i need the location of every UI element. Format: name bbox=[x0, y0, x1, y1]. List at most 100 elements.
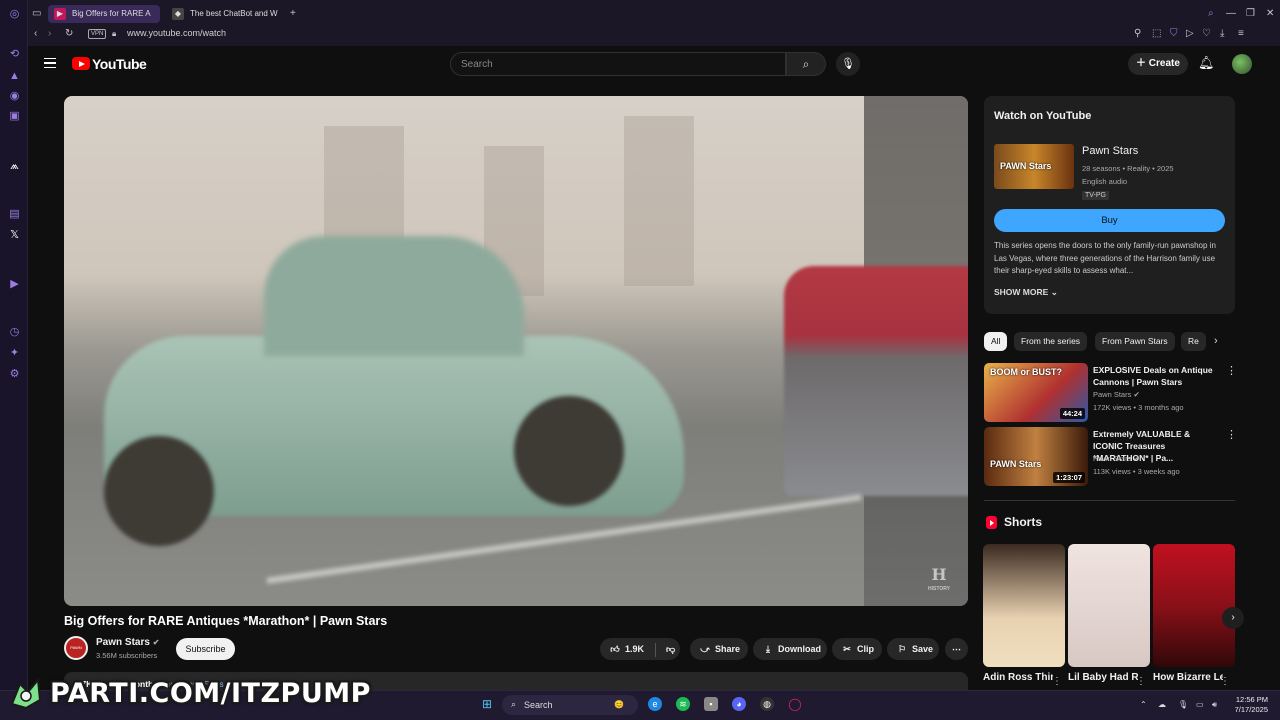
create-button[interactable]: ＋ Create bbox=[1128, 53, 1188, 75]
x-icon[interactable]: 𝕏 bbox=[8, 229, 21, 242]
twitch-icon[interactable]: ▤ bbox=[8, 208, 21, 221]
minimize-icon[interactable]: — bbox=[1226, 8, 1236, 20]
opera-gx-icon[interactable]: ◯ bbox=[788, 697, 802, 711]
save-button[interactable]: ⚐ Save bbox=[887, 638, 939, 660]
volume-icon[interactable]: 🔊︎ bbox=[1212, 700, 1217, 710]
like-icon[interactable]: 👍︎ bbox=[608, 638, 622, 660]
browser-logo-icon[interactable]: ◎ bbox=[8, 8, 21, 21]
show-more-button[interactable]: SHOW MORE ⌄ bbox=[994, 287, 1058, 298]
short-thumbnail[interactable] bbox=[1153, 544, 1235, 667]
search-tabs-icon[interactable]: ⌕ bbox=[1208, 8, 1214, 20]
subscribe-button[interactable]: Subscribe bbox=[176, 638, 235, 660]
voice-search-button[interactable]: 🎙︎ bbox=[836, 52, 860, 76]
new-tab-button[interactable]: + bbox=[290, 8, 296, 20]
menu-icon[interactable]: ≡ bbox=[1238, 28, 1244, 40]
scissors-icon: ✂ bbox=[843, 644, 851, 654]
back-icon[interactable]: ‹ bbox=[34, 28, 37, 40]
maximize-icon[interactable]: ❐ bbox=[1246, 8, 1255, 20]
reload-icon[interactable]: ↻ bbox=[65, 28, 73, 40]
buy-button[interactable]: Buy bbox=[994, 209, 1225, 232]
settings-icon[interactable]: ⚙ bbox=[8, 368, 21, 381]
sidebar-app-icon[interactable]: ◉ bbox=[8, 90, 21, 103]
player-icon[interactable]: ▶ bbox=[8, 278, 21, 291]
mic-tray-icon[interactable]: 🎙︎ bbox=[1178, 700, 1188, 709]
sidebar-app-icon[interactable]: ⟲ bbox=[8, 48, 21, 61]
user-avatar[interactable] bbox=[1232, 54, 1252, 74]
url-text[interactable]: www.youtube.com/watch bbox=[127, 28, 226, 38]
app-icon[interactable]: ▪ bbox=[704, 697, 718, 711]
shorts-next-button[interactable]: › bbox=[1222, 607, 1244, 629]
short-thumbnail[interactable] bbox=[1068, 544, 1150, 667]
kebab-menu-icon[interactable]: ⋮ bbox=[1226, 428, 1237, 441]
download-icon[interactable]: ⤓ bbox=[1220, 28, 1224, 40]
heart-icon[interactable]: ♡ bbox=[1202, 28, 1211, 40]
share-icon: ⤻ bbox=[700, 644, 710, 654]
lock-icon[interactable]: 🔒︎ bbox=[112, 28, 116, 40]
video-player[interactable]: H HISTORY bbox=[64, 96, 968, 606]
like-count[interactable]: 1.9K bbox=[625, 644, 644, 654]
save-label: Save bbox=[912, 644, 934, 654]
short-title[interactable]: How Bizarre Left... bbox=[1153, 672, 1223, 683]
extension-icon[interactable]: ✦ bbox=[8, 347, 21, 360]
kebab-menu-icon[interactable]: ⋮ bbox=[1226, 364, 1237, 377]
windows-start-icon[interactable]: ⊞ bbox=[480, 697, 494, 711]
close-icon[interactable]: ✕ bbox=[1266, 8, 1274, 20]
search-icon: ⌕ bbox=[511, 699, 517, 709]
hamburger-menu-icon[interactable] bbox=[44, 58, 56, 68]
forward-icon[interactable]: › bbox=[48, 28, 51, 40]
search-input[interactable]: Search bbox=[450, 52, 786, 76]
snapshot-icon[interactable]: ⬚ bbox=[1152, 28, 1161, 40]
tab-active[interactable]: ▶ Big Offers for RARE A bbox=[48, 5, 160, 23]
cloud-icon[interactable]: ☁ bbox=[1158, 700, 1166, 709]
channel-name[interactable]: Pawn Stars ✔ bbox=[96, 637, 159, 648]
short-title[interactable]: Lil Baby Had Reaf With... bbox=[1068, 672, 1138, 683]
play-icon[interactable]: ▷ bbox=[1186, 28, 1194, 40]
show-thumbnail[interactable]: PAWN Stars bbox=[994, 144, 1074, 189]
related-channel[interactable]: Pawn Stars ✔ bbox=[1093, 390, 1140, 399]
network-icon[interactable]: ▭ bbox=[1196, 700, 1204, 709]
spotify-icon[interactable]: ≋ bbox=[676, 697, 690, 711]
more-actions-button[interactable]: ⋯ bbox=[945, 638, 968, 660]
pin-icon[interactable]: ⚲ bbox=[1134, 28, 1141, 40]
taskbar-clock[interactable]: 12:56 PM 7/17/2025 bbox=[1226, 695, 1268, 715]
channel-avatar[interactable]: PAWN bbox=[64, 636, 88, 660]
discord-icon[interactable]: ◕ bbox=[732, 697, 746, 711]
chip-more[interactable]: Re bbox=[1181, 332, 1206, 351]
notifications-bell-icon[interactable]: 🔔︎ bbox=[1198, 55, 1215, 71]
chevron-right-icon[interactable]: › bbox=[1214, 335, 1218, 347]
related-thumbnail[interactable]: PAWN Stars 1:23:07 bbox=[984, 427, 1088, 486]
related-thumbnail[interactable]: BOOM or BUST? 44:24 bbox=[984, 363, 1088, 422]
youtube-brand[interactable]: YouTube bbox=[92, 56, 147, 72]
short-thumbnail[interactable] bbox=[983, 544, 1065, 667]
chip-from-pawn-stars[interactable]: From Pawn Stars bbox=[1095, 332, 1175, 351]
tray-chevron-icon[interactable]: ⌃ bbox=[1140, 700, 1147, 709]
sidebar-app-icon[interactable]: ⩕ bbox=[8, 160, 21, 173]
shield-icon[interactable]: ⛉ bbox=[1170, 28, 1178, 40]
search-button[interactable]: ⌕ bbox=[786, 52, 826, 76]
tab-inactive[interactable]: ◆ The best ChatBot and W bbox=[166, 5, 282, 23]
show-name[interactable]: Pawn Stars bbox=[1082, 145, 1138, 157]
chip-all[interactable]: All bbox=[984, 332, 1008, 351]
history-icon[interactable]: ◷ bbox=[8, 326, 21, 339]
kebab-menu-icon[interactable]: ⋮ bbox=[1220, 676, 1230, 687]
verified-icon: ✔ bbox=[1133, 390, 1140, 399]
youtube-logo-icon[interactable] bbox=[72, 57, 90, 70]
vpn-badge[interactable]: VPN bbox=[88, 29, 107, 39]
kebab-menu-icon[interactable]: ⋮ bbox=[1136, 676, 1146, 687]
share-button[interactable]: ⤻ Share bbox=[690, 638, 748, 660]
edge-icon[interactable]: e bbox=[648, 697, 662, 711]
short-title[interactable]: Adin Ross Thinks Sh... bbox=[983, 672, 1053, 683]
sidebar-app-icon[interactable]: ▣ bbox=[8, 110, 21, 123]
related-channel[interactable]: Pawn Stars ✔ bbox=[1093, 454, 1140, 463]
verified-icon: ✔ bbox=[152, 638, 160, 647]
tab-overview-icon[interactable]: ▭ bbox=[32, 8, 41, 20]
download-button[interactable]: ⤓ Download bbox=[753, 638, 827, 660]
kebab-menu-icon[interactable]: ⋮ bbox=[1052, 676, 1062, 687]
dislike-icon[interactable]: 👎︎ bbox=[666, 644, 675, 654]
chip-from-series[interactable]: From the series bbox=[1014, 332, 1088, 351]
video-frame-detail bbox=[624, 116, 694, 286]
related-title[interactable]: EXPLOSIVE Deals on Antique Cannons | Paw… bbox=[1093, 364, 1213, 388]
clip-button[interactable]: ✂ Clip bbox=[832, 638, 882, 660]
sidebar-app-icon[interactable]: ▲ bbox=[8, 70, 21, 83]
obs-icon[interactable]: ◍ bbox=[760, 697, 774, 711]
